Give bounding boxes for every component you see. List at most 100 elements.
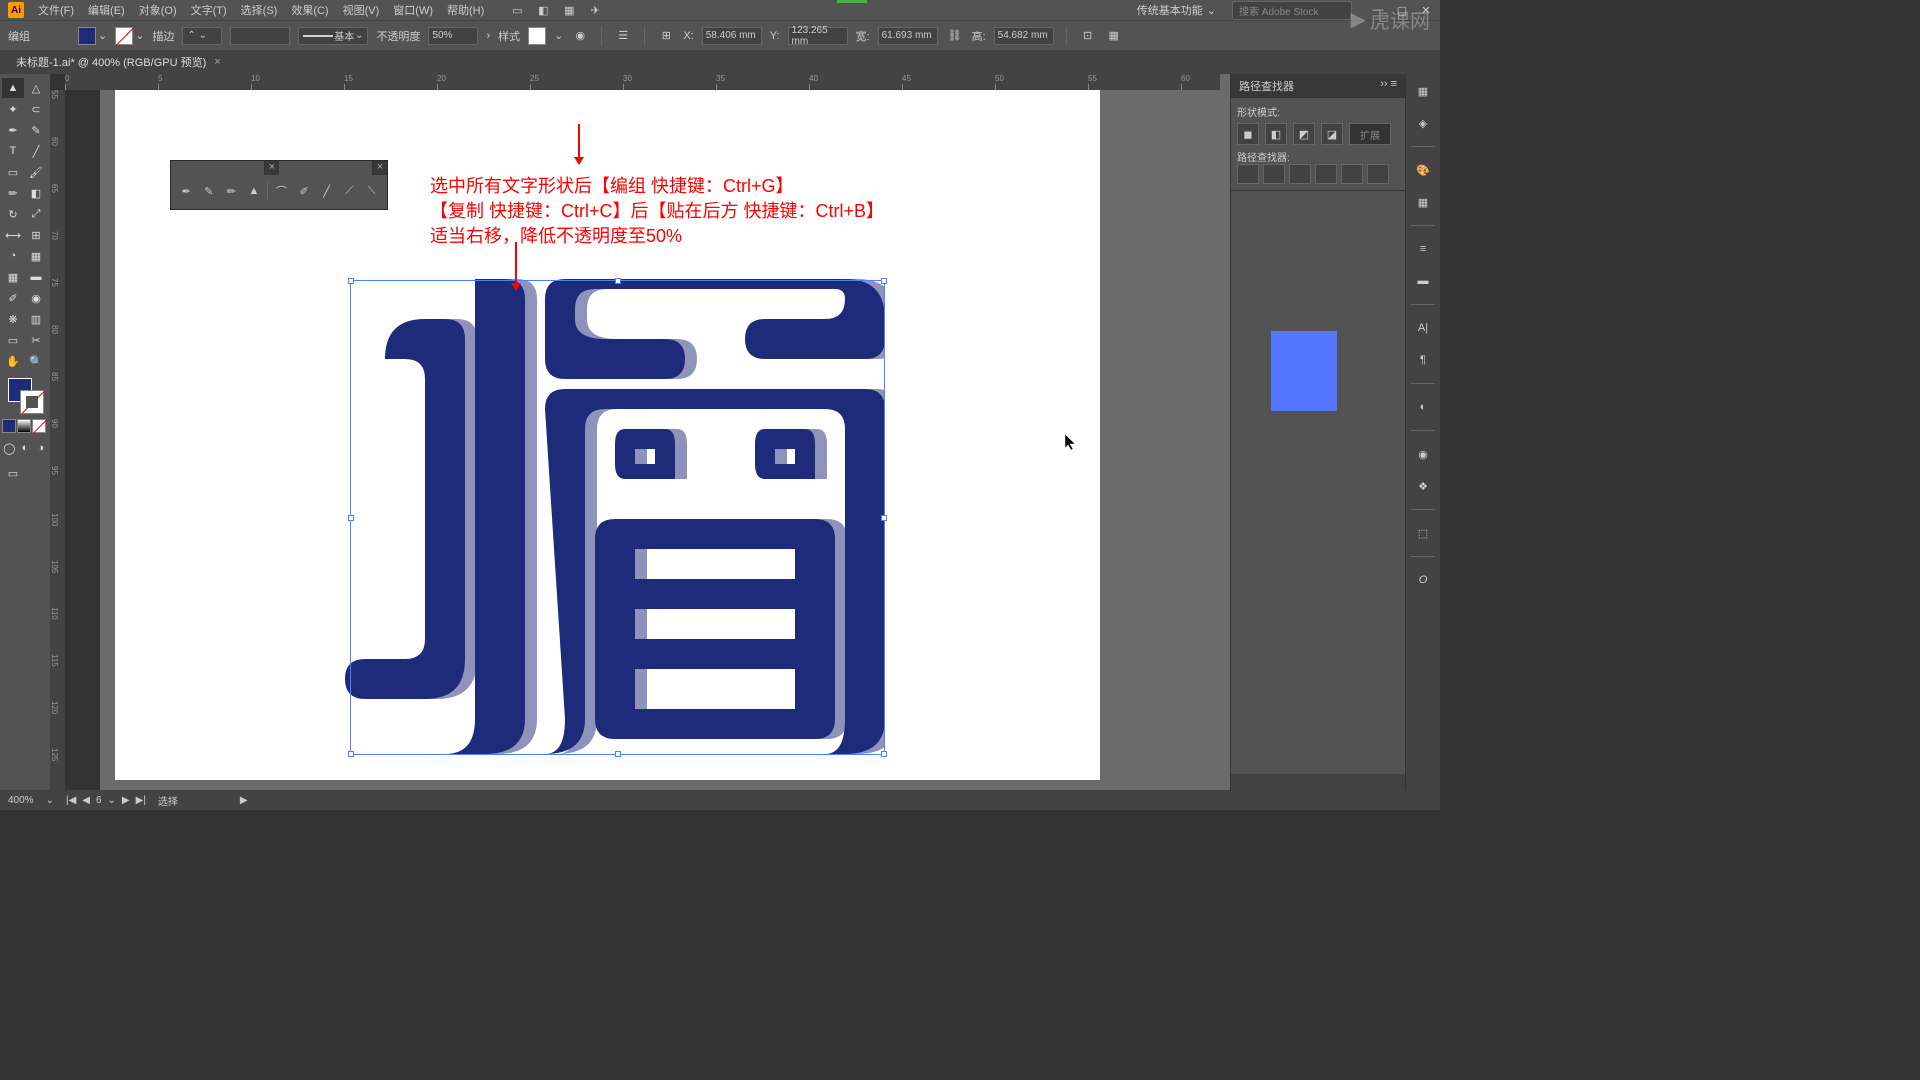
brush-7[interactable]: ╱ (317, 181, 336, 201)
grid-icon[interactable]: ▦ (562, 3, 576, 17)
stroke-panel-icon[interactable]: ≡ (1412, 238, 1434, 260)
stroke-swatch[interactable] (115, 27, 133, 45)
draw-behind[interactable]: ◐ (18, 438, 33, 458)
fill-dropdown-icon[interactable]: ⌄ (98, 29, 107, 42)
panel-tab-2[interactable] (279, 161, 373, 175)
swatches-icon[interactable]: ▦ (1412, 191, 1434, 213)
zoom-dropdown-icon[interactable]: ⌄ (46, 795, 54, 806)
brush-1[interactable]: ✒ (177, 181, 196, 201)
panel-close-2[interactable]: × (373, 161, 387, 175)
brush-2[interactable]: ✎ (200, 181, 219, 201)
canvas[interactable]: 选中所有文字形状后【编组 快捷键：Ctrl+G】 【复制 快捷键：Ctrl+C】… (100, 74, 1230, 790)
arrange-icon[interactable]: ◧ (536, 3, 550, 17)
panel-close-1[interactable]: × (265, 161, 279, 175)
divide-button[interactable] (1237, 164, 1259, 184)
opacity-input[interactable]: 50% (428, 27, 478, 45)
h-input[interactable]: 54.682 mm (994, 27, 1054, 45)
handle-bl[interactable] (348, 751, 354, 757)
rectangle-tool[interactable]: ▭ (2, 162, 24, 182)
handle-tl[interactable] (348, 278, 354, 284)
exclude-button[interactable]: ◪ (1321, 123, 1343, 145)
direct-selection-tool[interactable]: △ (25, 78, 47, 98)
menu-edit[interactable]: 编辑(E) (82, 0, 131, 20)
brushes-panel[interactable]: × × ✒ ✎ ✏ ▲ ⌒ ✐ ╱ ⟋ ⟍ (170, 160, 388, 210)
panel-tab-1[interactable] (171, 161, 265, 175)
handle-mr[interactable] (881, 515, 887, 521)
search-input[interactable]: 搜索 Adobe Stock (1232, 1, 1352, 20)
handle-bm[interactable] (615, 751, 621, 757)
workspace-selector[interactable]: 传统基本功能 ⌄ (1131, 0, 1222, 20)
gradient-tool[interactable]: ▬ (25, 267, 47, 287)
align-icon[interactable]: ☰ (614, 27, 632, 45)
isolate-icon[interactable]: ⊡ (1079, 27, 1097, 45)
color-icon[interactable]: 🎨 (1412, 159, 1434, 181)
menu-help[interactable]: 帮助(H) (441, 0, 490, 20)
menu-type[interactable]: 文字(T) (185, 0, 233, 20)
graph-tool[interactable]: ▥ (25, 309, 47, 329)
color-mode-gradient[interactable] (17, 419, 31, 433)
free-transform-tool[interactable]: ⊞ (25, 225, 47, 245)
eyedropper-tool[interactable]: ✐ (2, 288, 24, 308)
paintbrush-tool[interactable]: 🖌 (25, 162, 47, 182)
slice-tool[interactable]: ✂ (25, 330, 47, 350)
crop-button[interactable] (1315, 164, 1337, 184)
document-tab[interactable]: 未标题-1.ai* @ 400% (RGB/GPU 预览) × (8, 51, 229, 73)
opacity-stepper-icon[interactable]: › (486, 30, 490, 42)
next-artboard-icon[interactable]: ▶ (122, 795, 130, 806)
color-mode-solid[interactable] (2, 419, 16, 433)
brush-6[interactable]: ✐ (295, 181, 314, 201)
outline-button[interactable] (1341, 164, 1363, 184)
draw-inside[interactable]: ◑ (33, 438, 48, 458)
handle-tm[interactable] (615, 278, 621, 284)
brush-3[interactable]: ✏ (222, 181, 241, 201)
layers-icon[interactable]: ❖ (1412, 475, 1434, 497)
recolor-icon[interactable]: ◉ (571, 27, 589, 45)
brush-8[interactable]: ⟋ (340, 181, 359, 201)
minus-back-button[interactable] (1367, 164, 1389, 184)
color-mode-none[interactable] (32, 419, 46, 433)
artboard-number[interactable]: 6 (96, 795, 102, 806)
paragraph-icon[interactable]: ¶ (1412, 349, 1434, 371)
opentype-icon[interactable]: O (1412, 569, 1434, 591)
curvature-tool[interactable]: ✎ (25, 120, 47, 140)
handle-tr[interactable] (881, 278, 887, 284)
status-play-icon[interactable]: ▶ (240, 795, 248, 806)
perspective-tool[interactable]: ▦ (25, 246, 47, 266)
menu-object[interactable]: 对象(O) (133, 0, 183, 20)
rotate-tool[interactable]: ↻ (2, 204, 24, 224)
symbol-sprayer-tool[interactable]: ❋ (2, 309, 24, 329)
menu-window[interactable]: 窗口(W) (387, 0, 439, 20)
menu-select[interactable]: 选择(S) (235, 0, 284, 20)
character-icon[interactable]: A| (1412, 317, 1434, 339)
y-input[interactable]: 123.265 mm (788, 27, 848, 45)
first-artboard-icon[interactable]: |◀ (66, 795, 76, 806)
menu-view[interactable]: 视图(V) (337, 0, 386, 20)
zoom-tool[interactable]: 🔍 (25, 351, 47, 371)
blend-tool[interactable]: ◉ (25, 288, 47, 308)
eraser-tool[interactable]: ◧ (25, 183, 47, 203)
w-input[interactable]: 61.693 mm (878, 27, 938, 45)
brush-profile[interactable]: 基本 ⌄ (298, 27, 368, 45)
draw-normal[interactable]: ◯ (2, 438, 17, 458)
transparency-icon[interactable]: ◐ (1412, 396, 1434, 418)
artboard-dropdown-icon[interactable]: ⌄ (108, 795, 116, 806)
scale-tool[interactable]: ⤢ (25, 204, 47, 224)
appearance-icon[interactable]: ◉ (1412, 443, 1434, 465)
lasso-tool[interactable]: ⊂ (25, 99, 47, 119)
line-tool[interactable]: ╱ (25, 141, 47, 161)
width-tool[interactable]: ⟷ (2, 225, 24, 245)
brush-4[interactable]: ▲ (245, 181, 264, 201)
expand-button[interactable]: 扩展 (1349, 123, 1391, 145)
align-panel-icon[interactable]: ⬚ (1412, 522, 1434, 544)
screen-mode[interactable]: ▭ (2, 463, 24, 483)
stroke-dropdown-icon[interactable]: ⌄ (135, 29, 144, 42)
handle-br[interactable] (881, 751, 887, 757)
panel-collapse-icon[interactable]: ›› ≡ (1380, 78, 1397, 94)
fill-swatch[interactable] (78, 27, 96, 45)
magic-wand-tool[interactable]: ✦ (2, 99, 24, 119)
right-panels-scroll[interactable] (1231, 774, 1405, 790)
link-wh-icon[interactable]: ⛓ (946, 27, 964, 45)
style-swatch[interactable] (528, 27, 546, 45)
type-tool[interactable]: T (2, 141, 24, 161)
pen-tool[interactable]: ✒ (2, 120, 24, 140)
